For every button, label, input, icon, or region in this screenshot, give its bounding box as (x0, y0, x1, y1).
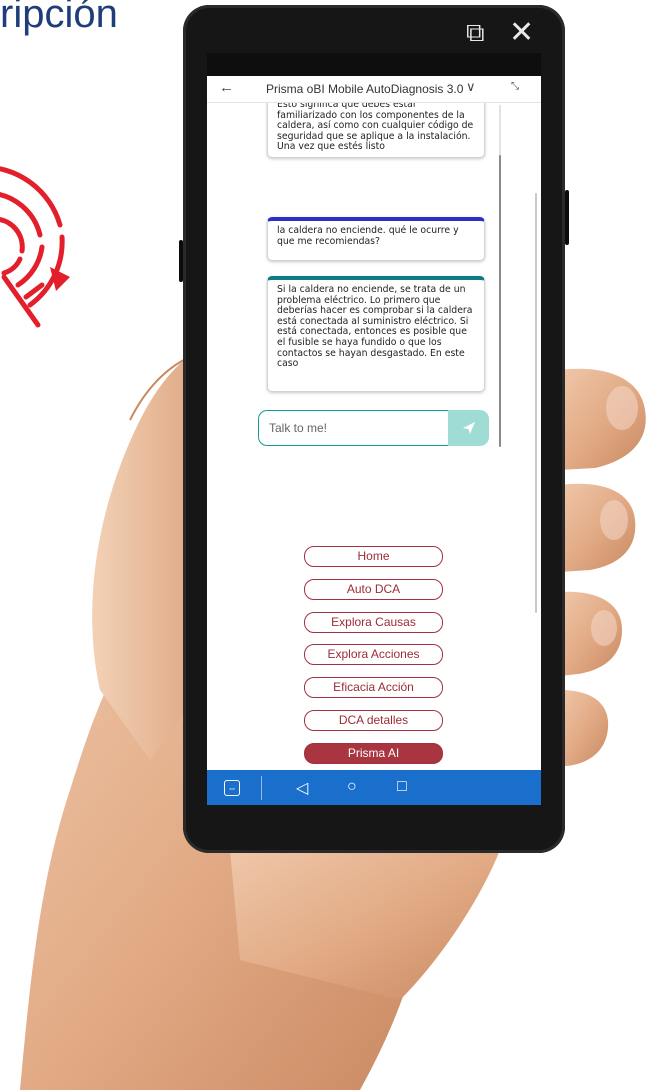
phone-screen: ← Prisma oBI Mobile AutoDiagnosis 3.0 ∨ … (207, 53, 541, 805)
nav-button-explora-acciones[interactable]: Explora Acciones (304, 644, 443, 666)
chevron-down-icon[interactable]: ∨ (466, 79, 476, 95)
nav-button-eficacia-accion[interactable]: Eficacia Acción (304, 677, 443, 699)
android-back-icon[interactable]: ◁ (296, 778, 308, 798)
close-icon[interactable]: ✕ (509, 15, 534, 50)
minimize-icon[interactable]: ⤡ (511, 81, 519, 92)
nav-button-auto-dca[interactable]: Auto DCA (304, 578, 443, 600)
back-arrow-icon[interactable]: ← (219, 79, 234, 96)
nav-button-explora-causas[interactable]: Explora Causas (304, 611, 443, 633)
android-home-icon[interactable]: ○ (347, 778, 357, 796)
chat-input-row (258, 410, 490, 448)
app-nav-menu: Home Auto DCA Explora Causas Explora Acc… (304, 546, 443, 776)
nav-button-prisma-ai[interactable]: Prisma AI (304, 742, 443, 764)
chat-scrollbar-thumb[interactable] (499, 155, 501, 447)
nav-button-home[interactable]: Home (304, 546, 443, 567)
android-navigation-bar: ⇔ ◁ ○ □ (207, 770, 541, 805)
android-recents-icon[interactable]: □ (397, 778, 407, 796)
chat-message-user: la caldera no enciende. qué le ocurre y … (267, 217, 485, 261)
chat-message-bot: Esto significa que debes estar familiari… (267, 103, 485, 158)
teamviewer-icon[interactable]: ⇔ (224, 780, 240, 796)
chat-message-bot: Si la caldera no enciende, se trata de u… (267, 276, 485, 392)
nav-button-dca-detalles[interactable]: DCA detalles (304, 709, 443, 731)
external-link-icon[interactable]: ⧉ (466, 17, 485, 49)
side-button (179, 240, 183, 282)
send-button[interactable] (448, 410, 489, 446)
chat-panel[interactable]: Esto significa que debes estar familiari… (265, 103, 501, 448)
nav-separator (261, 776, 262, 800)
chat-input[interactable] (258, 410, 448, 446)
status-bar (207, 53, 541, 76)
power-button (565, 190, 569, 245)
app-title: Prisma oBI Mobile AutoDiagnosis 3.0 (266, 82, 464, 96)
page-scrollbar[interactable] (535, 193, 537, 613)
send-icon (462, 422, 475, 434)
app-title-bar: ← Prisma oBI Mobile AutoDiagnosis 3.0 ∨ … (207, 76, 541, 103)
